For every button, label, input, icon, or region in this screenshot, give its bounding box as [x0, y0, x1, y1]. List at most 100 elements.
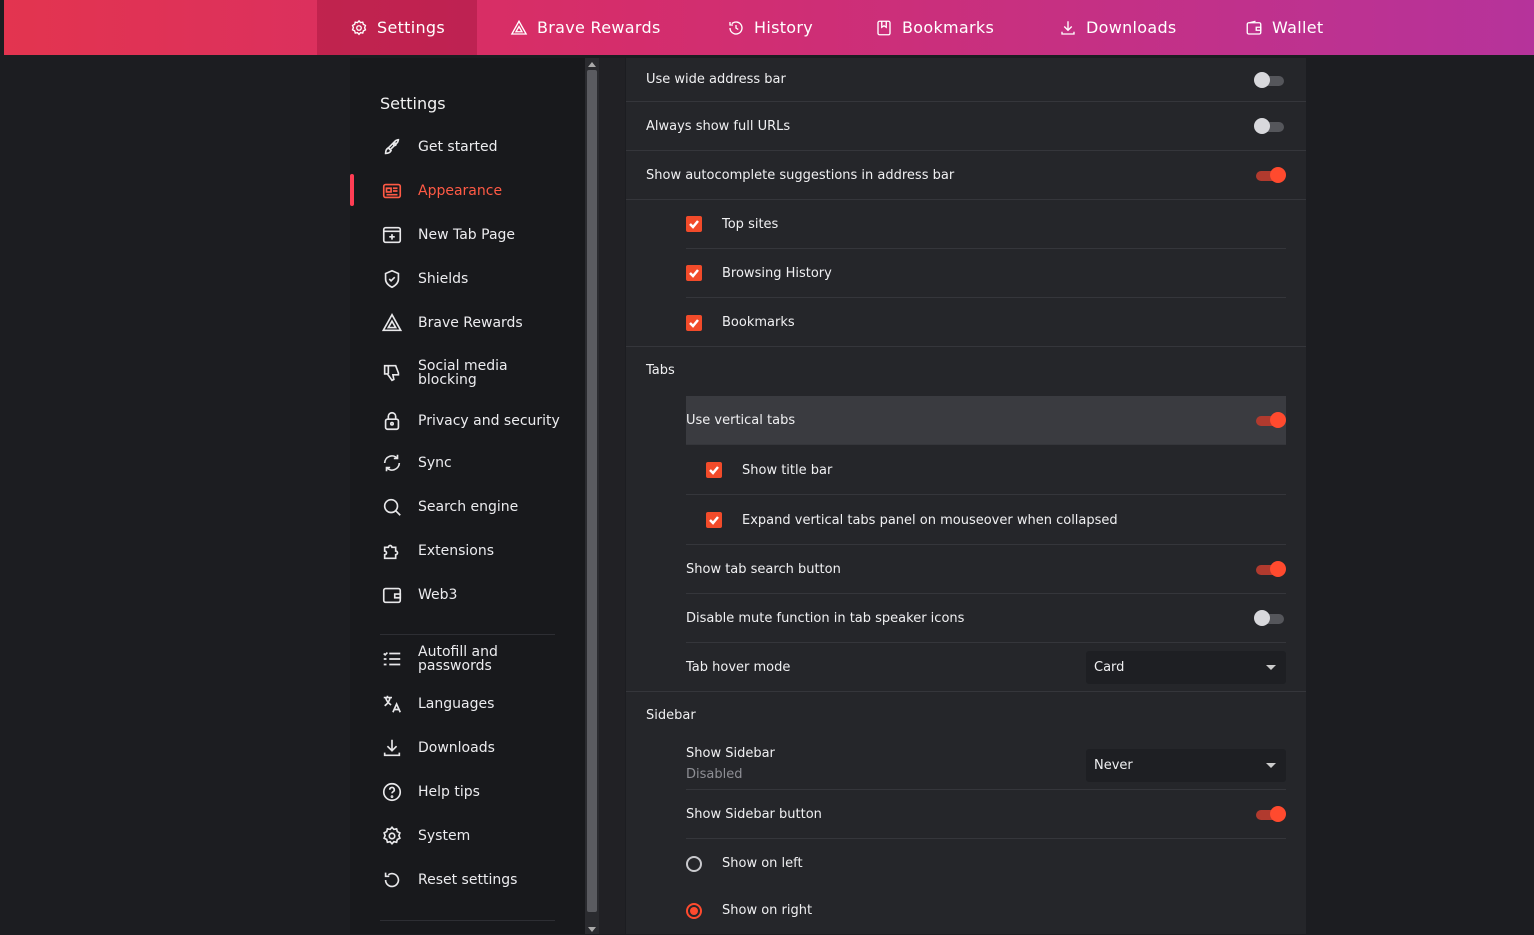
setting-autocomplete: Show autocomplete suggestions in address… — [626, 151, 1306, 200]
chevron-down-icon — [1266, 762, 1276, 768]
reset-icon — [380, 868, 404, 892]
lock-icon — [380, 409, 404, 433]
setting-label: Show title bar — [742, 462, 833, 478]
select-value: Card — [1094, 660, 1125, 675]
menu-item-label: Appearance — [418, 183, 503, 199]
setting-vertical-tabs: Use vertical tabs — [686, 396, 1286, 445]
menu-item-get-started[interactable]: Get started — [350, 136, 585, 158]
autocomplete-toggle[interactable] — [1254, 167, 1286, 183]
menu-item-help-tips[interactable]: Help tips — [350, 781, 585, 803]
checkmark-icon — [709, 516, 719, 525]
menu-item-brave-rewards[interactable]: Brave Rewards — [350, 312, 585, 334]
menu-item-label: System — [418, 828, 471, 844]
disable-mute-toggle[interactable] — [1254, 610, 1286, 626]
menu-item-label: Shields — [418, 271, 469, 287]
help-icon — [380, 780, 404, 804]
wide-address-bar-toggle[interactable] — [1254, 71, 1286, 88]
menu-item-shields[interactable]: Shields — [350, 268, 585, 290]
puzzle-icon — [380, 539, 404, 563]
setting-label: Tab hover mode — [686, 660, 791, 675]
setting-show-sidebar: Show Sidebar Disabled Never — [686, 741, 1286, 790]
tab-wallet-label: Wallet — [1272, 18, 1324, 37]
gear-icon — [351, 19, 367, 35]
appearance-settings-panel: Use wide address bar Always show full UR… — [626, 58, 1306, 934]
show-title-bar-checkbox[interactable] — [706, 462, 722, 478]
new-tab-icon — [380, 223, 404, 247]
rewards-triangle-icon — [380, 311, 404, 335]
menu-item-system[interactable]: System — [350, 825, 585, 847]
scrollbar-thumb[interactable] — [587, 70, 597, 912]
sync-icon — [380, 451, 404, 475]
menu-item-downloads[interactable]: Downloads — [350, 737, 585, 759]
menu-item-privacy-security[interactable]: Privacy and security — [350, 406, 585, 436]
menu-item-social-media-blocking[interactable]: Social media blocking — [350, 358, 585, 388]
vertical-tabs-toggle[interactable] — [1254, 412, 1286, 428]
tab-bookmarks[interactable]: Bookmarks — [875, 0, 994, 55]
setting-show-on-right: Show on right — [686, 886, 1286, 935]
menu-item-label: Languages — [418, 696, 495, 712]
toggle-knob — [1270, 806, 1286, 822]
scroll-up-arrow-icon[interactable] — [588, 62, 596, 67]
menu-item-label: Extensions — [418, 543, 495, 559]
select-value: Never — [1094, 757, 1133, 773]
setting-disable-mute: Disable mute function in tab speaker ico… — [686, 594, 1286, 643]
setting-label: Bookmarks — [722, 315, 795, 330]
menu-item-label: Autofill and passwords — [418, 644, 498, 674]
setting-full-urls: Always show full URLs — [626, 102, 1306, 151]
menu-item-search-engine[interactable]: Search engine — [350, 496, 585, 518]
full-urls-toggle[interactable] — [1254, 118, 1286, 134]
tab-brave-rewards[interactable]: Brave Rewards — [510, 0, 661, 55]
show-on-right-radio[interactable] — [686, 902, 702, 919]
appearance-icon — [380, 179, 404, 203]
menu-item-languages[interactable]: Languages — [350, 693, 585, 715]
tab-downloads[interactable]: Downloads — [1059, 0, 1177, 55]
menu-item-label: Sync — [418, 455, 452, 471]
settings-side-menu: Settings Get started Appearance New Tab … — [350, 58, 585, 934]
menu-item-label: Help tips — [418, 784, 480, 800]
browsing-history-checkbox[interactable] — [686, 265, 702, 281]
show-on-left-radio[interactable] — [686, 855, 702, 872]
setting-label: Use vertical tabs — [686, 412, 796, 428]
toggle-knob — [1254, 71, 1270, 88]
menu-item-label: Reset settings — [418, 872, 518, 888]
bookmark-icon — [877, 20, 891, 35]
menu-item-sync[interactable]: Sync — [350, 452, 585, 474]
tab-history[interactable]: History — [727, 0, 813, 55]
menu-item-web3[interactable]: Web3 — [350, 584, 585, 606]
gear-icon — [380, 824, 404, 848]
toggle-knob — [1254, 118, 1270, 134]
setting-label: Browsing History — [722, 265, 832, 281]
rocket-icon — [380, 135, 404, 159]
top-sites-checkbox[interactable] — [686, 216, 702, 232]
expand-vertical-checkbox[interactable] — [706, 512, 722, 528]
checkmark-icon — [689, 220, 699, 229]
toggle-knob — [1270, 412, 1286, 428]
shield-icon — [380, 267, 404, 291]
download-icon — [380, 736, 404, 760]
wallet-icon — [380, 583, 404, 607]
setting-label: Show autocomplete suggestions in address… — [646, 167, 955, 183]
chevron-down-icon — [1266, 665, 1276, 670]
menu-item-appearance[interactable]: Appearance — [350, 180, 585, 202]
menu-item-autofill-passwords[interactable]: Autofill and passwords — [350, 644, 585, 674]
menu-item-label: Social media blocking — [418, 358, 508, 388]
thumbs-down-icon — [380, 361, 404, 385]
sidebar-button-toggle[interactable] — [1254, 806, 1286, 822]
setting-top-sites: Top sites — [686, 200, 1286, 249]
bookmarks-checkbox[interactable] — [686, 314, 702, 331]
setting-label: Show tab search button — [686, 561, 841, 577]
tab-settings[interactable]: Settings — [317, 0, 477, 55]
menu-item-extensions[interactable]: Extensions — [350, 540, 585, 562]
tab-wallet[interactable]: Wallet — [1245, 0, 1323, 55]
setting-show-title-bar: Show title bar — [686, 446, 1286, 495]
tab-history-label: History — [754, 18, 814, 37]
tab-hover-mode-select[interactable]: Card — [1086, 651, 1286, 684]
menu-scrollbar[interactable] — [585, 58, 599, 934]
setting-label: Show Sidebar button — [686, 806, 822, 822]
tab-search-toggle[interactable] — [1254, 561, 1286, 577]
show-sidebar-select[interactable]: Never — [1086, 748, 1286, 782]
menu-item-new-tab-page[interactable]: New Tab Page — [350, 224, 585, 246]
menu-title: Settings — [380, 94, 446, 113]
menu-item-reset-settings[interactable]: Reset settings — [350, 869, 585, 891]
scroll-down-arrow-icon[interactable] — [588, 927, 596, 932]
